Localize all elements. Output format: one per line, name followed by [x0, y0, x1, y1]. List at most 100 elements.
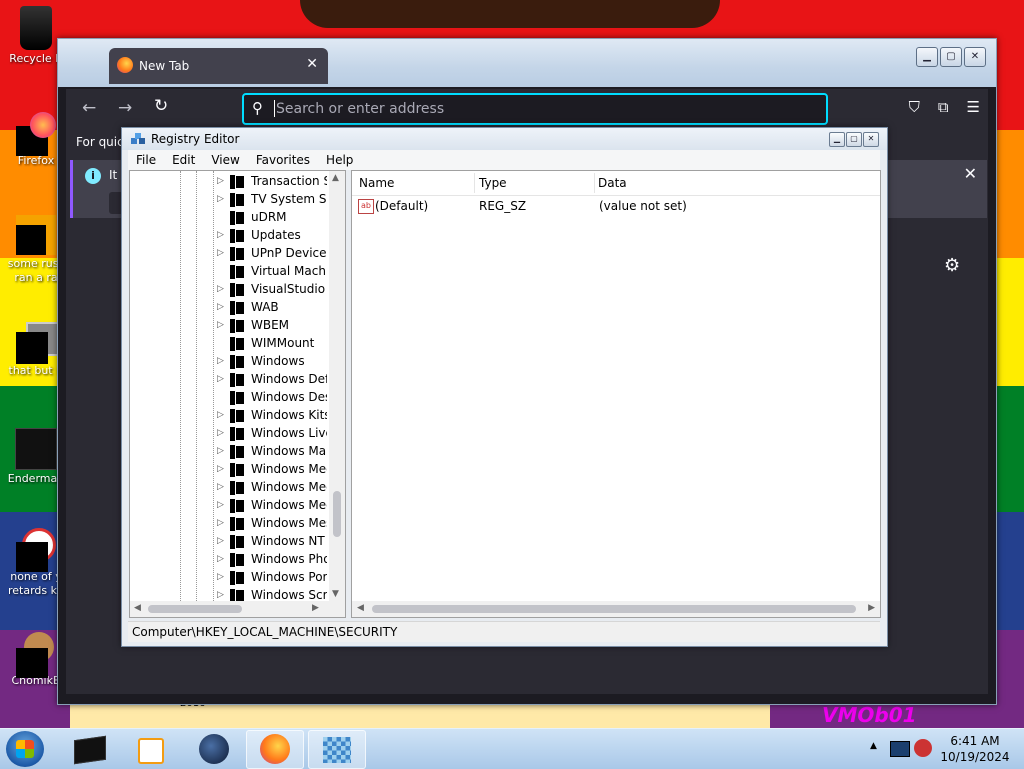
maximize-button[interactable]: ▢ [940, 47, 962, 67]
tree-horizontal-scrollbar[interactable]: ◀ ▶ [130, 601, 345, 617]
regedit-titlebar: Registry Editor ▁ ▢ ✕ [122, 128, 887, 150]
forward-arrow-icon[interactable]: → [118, 98, 132, 118]
tab-new-tab[interactable]: New Tab ✕ [109, 48, 328, 84]
folder-icon [230, 355, 244, 369]
hamburger-menu-icon[interactable]: ☰ [967, 98, 980, 116]
tree-item[interactable]: ▷ VisualStudio [130, 281, 330, 299]
column-data[interactable]: Data [598, 176, 627, 190]
expand-arrow-icon[interactable]: ▷ [217, 500, 224, 510]
expand-arrow-icon[interactable]: ▷ [217, 302, 224, 312]
tree-item[interactable]: ▷ Windows Med [130, 479, 330, 497]
taskbar-app-regedit[interactable] [308, 730, 366, 769]
tree-item[interactable]: ▷ Windows Defe [130, 371, 330, 389]
expand-arrow-icon[interactable]: ▷ [217, 356, 224, 366]
expand-arrow-icon[interactable]: ▷ [217, 194, 224, 204]
back-arrow-icon[interactable]: ← [82, 98, 96, 118]
expand-arrow-icon[interactable]: ▷ [217, 482, 224, 492]
tree-item[interactable]: ▷ Transaction Se [130, 173, 330, 191]
taskbar-app-firefox[interactable] [246, 730, 304, 769]
tree-item[interactable]: ▷ Windows Mail [130, 443, 330, 461]
menu-favorites[interactable]: Favorites [248, 150, 318, 170]
address-bar[interactable]: ⚲ Search or enter address [242, 93, 828, 125]
expand-arrow-icon[interactable]: ▷ [217, 284, 224, 294]
column-name[interactable]: Name [359, 176, 394, 190]
tree-item[interactable]: ▷ Windows Mess [130, 515, 330, 533]
tab-title: New Tab [139, 59, 190, 73]
minimize-button[interactable]: ▁ [916, 47, 938, 67]
expand-arrow-icon[interactable]: ▷ [217, 518, 224, 528]
registry-values-list[interactable]: Name Type Data ab (Default) REG_SZ (valu… [351, 170, 881, 618]
tree-item-label: Windows NT [251, 534, 325, 548]
expand-arrow-icon[interactable]: ▷ [217, 248, 224, 258]
tree-item[interactable]: ▷ Windows Live [130, 425, 330, 443]
registry-tree[interactable]: ▷ Transaction Se ▷ TV System Ser uDRM ▷ Update… [129, 170, 346, 618]
tree-item[interactable]: ▷ Windows [130, 353, 330, 371]
firefox-icon [16, 112, 56, 156]
tree-item[interactable]: ▷ Windows Med [130, 461, 330, 479]
tree-item[interactable]: ▷ Windows Porta [130, 569, 330, 587]
tree-item[interactable]: ▷ Updates [130, 227, 330, 245]
menu-edit[interactable]: Edit [164, 150, 203, 170]
values-horizontal-scrollbar[interactable]: ◀ ▶ [352, 601, 880, 617]
tree-item[interactable]: ▷ TV System Ser [130, 191, 330, 209]
network-icon[interactable] [890, 741, 910, 757]
expand-arrow-icon[interactable]: ▷ [217, 464, 224, 474]
app-icon [15, 428, 57, 470]
tray-expand-icon[interactable]: ▲ [870, 741, 877, 751]
regedit-maximize-button[interactable]: ▢ [846, 132, 862, 147]
value-data: (value not set) [599, 199, 687, 213]
expand-arrow-icon[interactable]: ▷ [217, 572, 224, 582]
tree-vertical-scrollbar[interactable]: ▲ ▼ [329, 171, 345, 601]
regedit-close-button[interactable]: ✕ [863, 132, 879, 147]
tree-item-label: Transaction Se [251, 174, 327, 188]
wallpaper-text: VMOb01 [822, 703, 917, 727]
folder-icon [230, 247, 244, 261]
pocket-icon[interactable]: ⛉ [909, 98, 920, 116]
tree-item[interactable]: ▷ Windows NT [130, 533, 330, 551]
shortcut-icon [16, 322, 60, 364]
tree-item[interactable]: Windows Desk [130, 389, 330, 407]
gear-icon[interactable]: ⚙ [944, 255, 960, 276]
expand-arrow-icon[interactable]: ▷ [217, 320, 224, 330]
tree-item[interactable]: ▷ Windows Phot [130, 551, 330, 569]
tree-item[interactable]: WIMMount [130, 335, 330, 353]
expand-arrow-icon[interactable]: ▷ [217, 230, 224, 240]
expand-arrow-icon[interactable]: ▷ [217, 446, 224, 456]
tab-close-icon[interactable]: ✕ [306, 56, 318, 72]
shield-icon[interactable] [914, 739, 932, 757]
menu-view[interactable]: View [203, 150, 247, 170]
expand-arrow-icon[interactable]: ▷ [217, 554, 224, 564]
tree-item[interactable]: ▷ WAB [130, 299, 330, 317]
expand-arrow-icon[interactable]: ▷ [217, 374, 224, 384]
expand-arrow-icon[interactable]: ▷ [217, 536, 224, 546]
tree-item[interactable]: ▷ Windows Kits [130, 407, 330, 425]
taskbar-app-globe[interactable] [186, 730, 242, 767]
quick-text: For quic [76, 135, 124, 149]
folder-icon [230, 265, 244, 279]
tree-item[interactable]: uDRM [130, 209, 330, 227]
taskbar-app-media-player[interactable] [122, 730, 178, 767]
menu-file[interactable]: File [128, 150, 164, 170]
expand-arrow-icon[interactable]: ▷ [217, 428, 224, 438]
close-button[interactable]: ✕ [964, 47, 986, 67]
taskbar-app-terminal[interactable] [62, 730, 118, 767]
reload-icon[interactable]: ↻ [154, 96, 168, 116]
expand-arrow-icon[interactable]: ▷ [217, 176, 224, 186]
tree-item-label: Windows Mail [251, 444, 327, 458]
menu-help[interactable]: Help [318, 150, 361, 170]
regedit-minimize-button[interactable]: ▁ [829, 132, 845, 147]
tree-item[interactable]: ▷ UPnP Device H [130, 245, 330, 263]
folder-icon [230, 535, 244, 549]
search-icon: ⚲ [252, 99, 263, 117]
extensions-icon[interactable]: ⧉ [938, 98, 949, 116]
taskbar-clock[interactable]: 6:41 AM 10/19/2024 [940, 733, 1010, 765]
column-type[interactable]: Type [479, 176, 507, 190]
expand-arrow-icon[interactable]: ▷ [217, 410, 224, 420]
tree-item[interactable]: Virtual Machin [130, 263, 330, 281]
tree-item[interactable]: ▷ WBEM [130, 317, 330, 335]
notice-close-icon[interactable]: ✕ [964, 164, 977, 183]
expand-arrow-icon[interactable]: ▷ [217, 590, 224, 600]
tree-item[interactable]: ▷ Windows Med [130, 497, 330, 515]
start-button[interactable] [6, 731, 44, 767]
folder-icon [230, 211, 244, 225]
